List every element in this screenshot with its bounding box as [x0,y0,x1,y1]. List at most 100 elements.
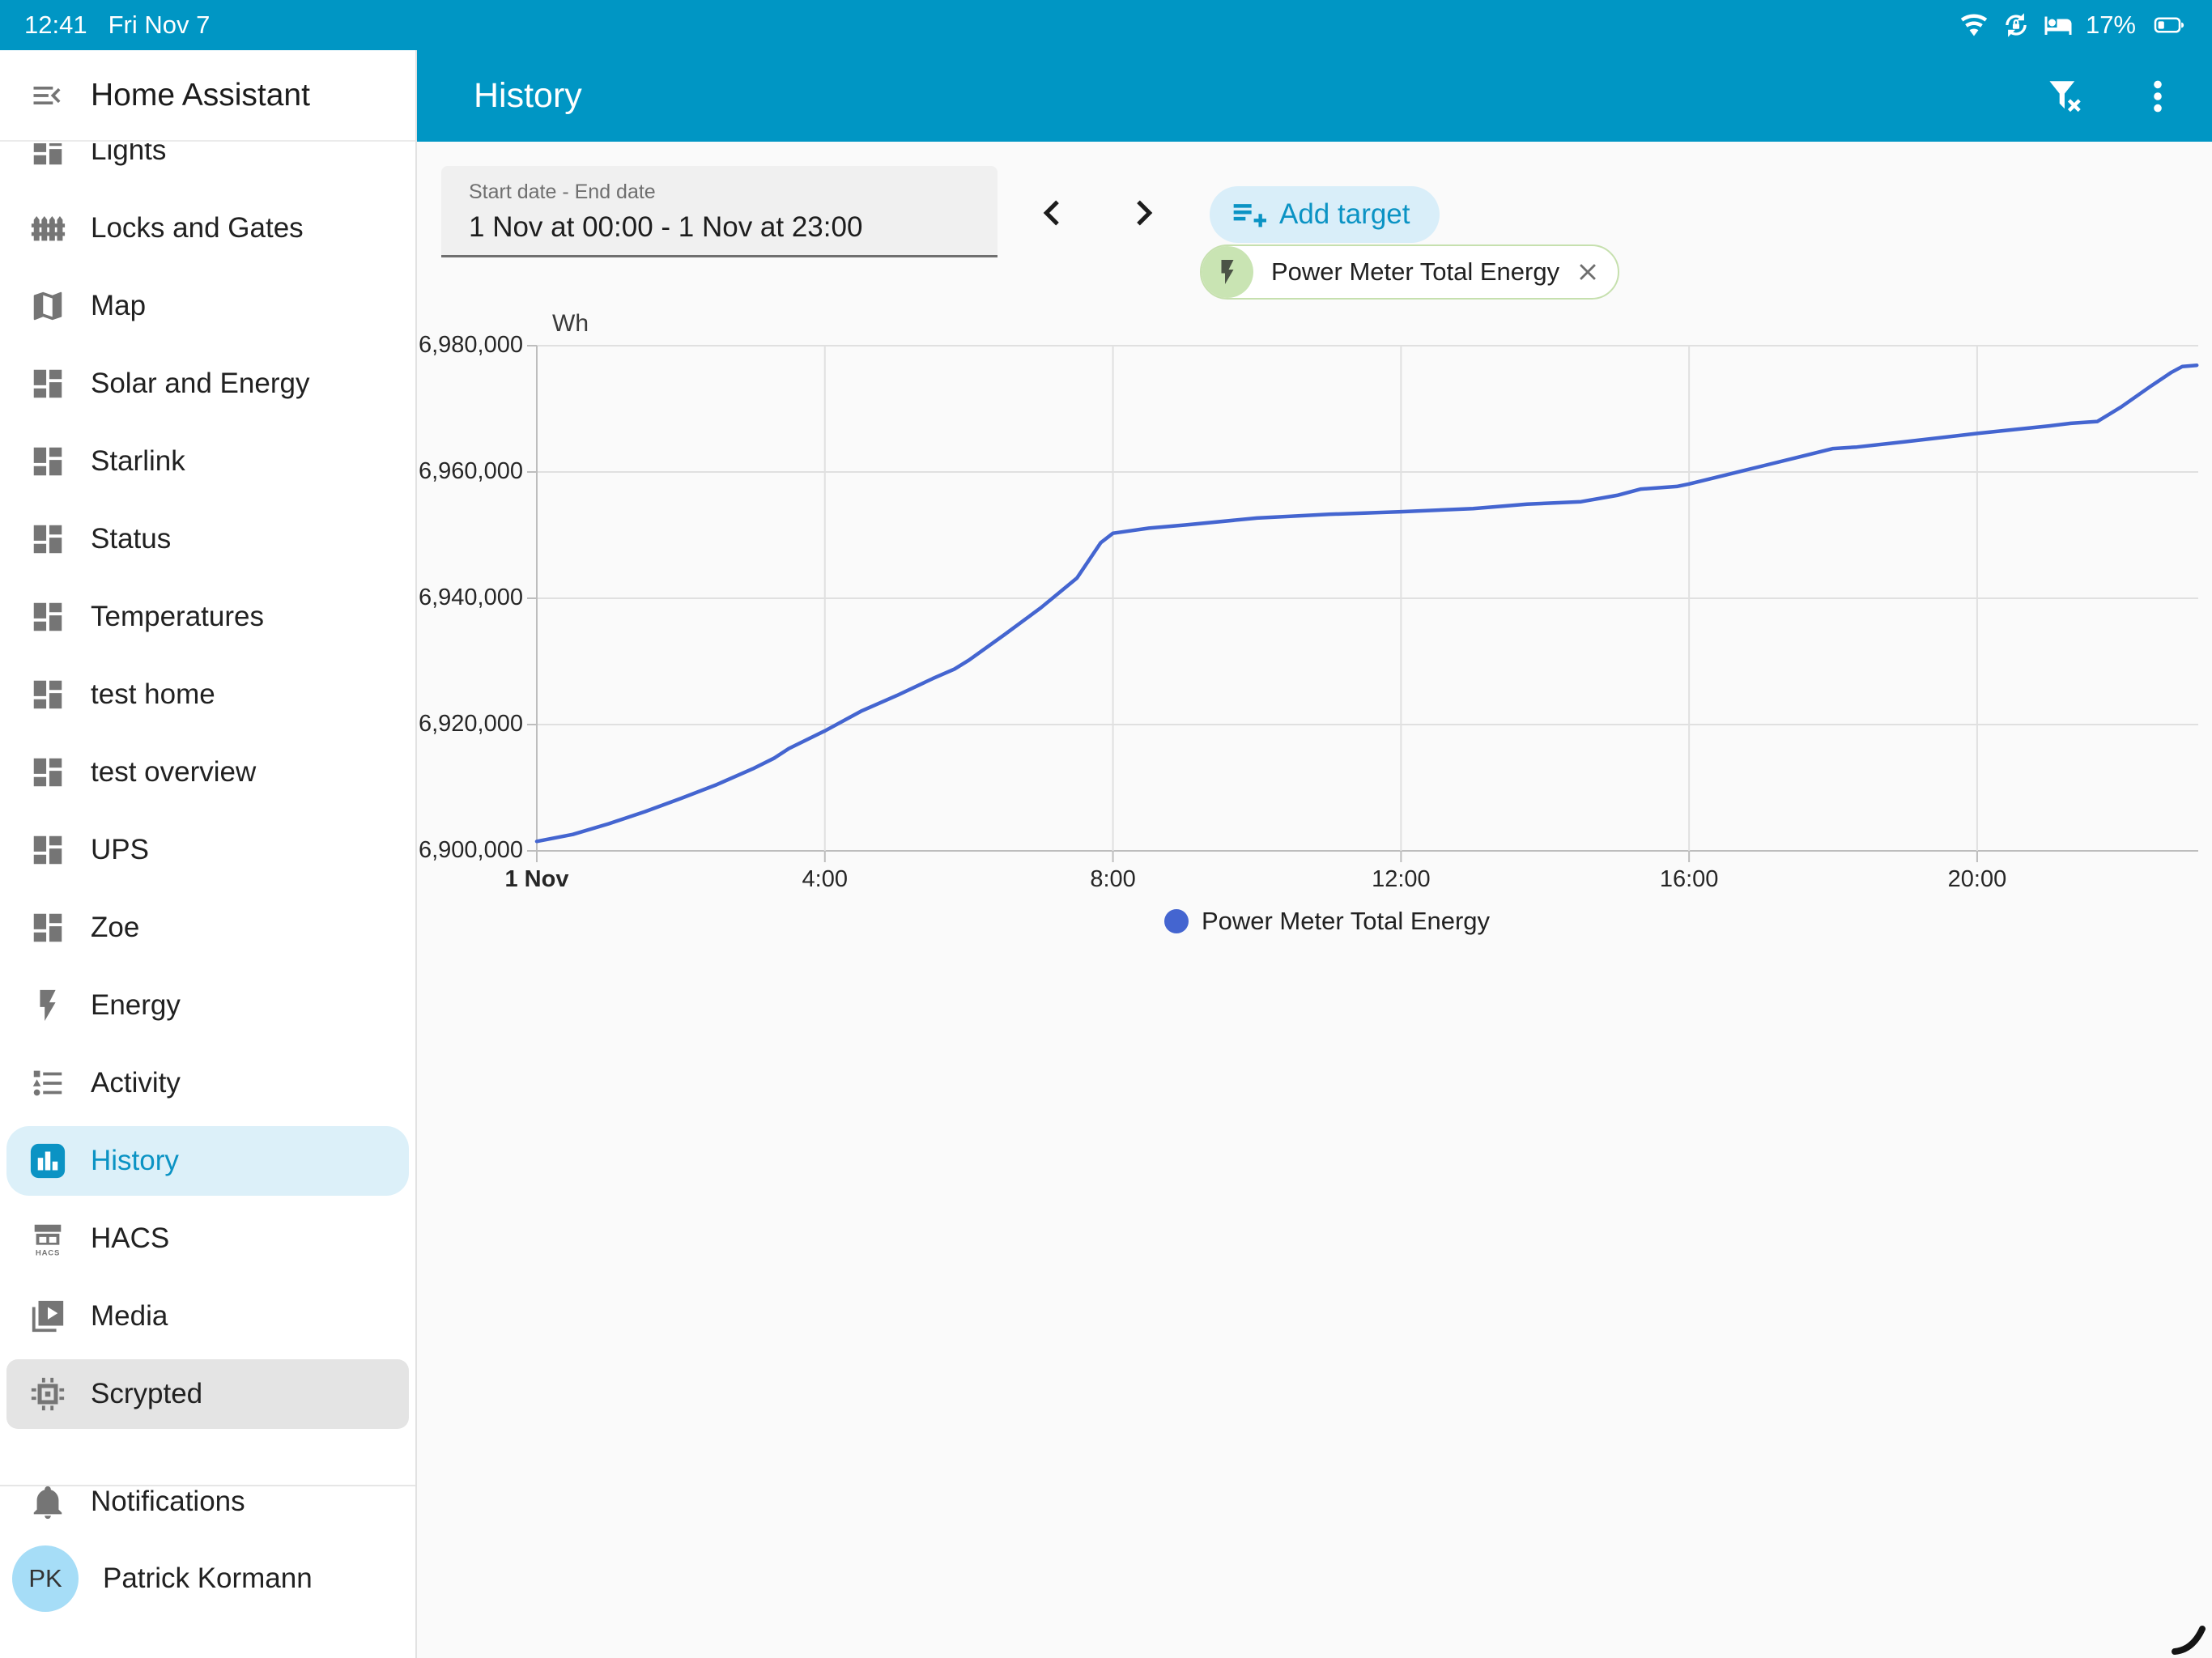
sidebar-item-highlight [6,1359,409,1429]
sidebar-item-hacs[interactable]: HACS HACS [0,1200,415,1278]
page-title: History [474,76,582,115]
dashboard-icon [29,676,66,713]
bell-icon [29,1483,66,1520]
app-header: History [417,50,2212,142]
sidebar-item-label: HACS [91,1222,170,1254]
sidebar-item-highlight [6,1282,409,1351]
dashboard-icon [29,598,66,636]
dashboard-icon [29,443,66,480]
x-axis-label: 8:00 [1090,866,1136,892]
date-range-field[interactable]: Start date - End date 1 Nov at 00:00 - 1… [441,166,998,257]
sidebar-item-label: Scrypted [91,1378,203,1409]
legend-label: Power Meter Total Energy [1201,907,1491,935]
sidebar-item-energy[interactable]: Energy [0,967,415,1044]
rotation-lock-icon [2001,11,2031,40]
y-axis-label: 6,940,000 [418,585,523,610]
sidebar-item-label: Zoe [91,912,140,943]
sidebar-header: Home Assistant [0,50,415,142]
sidebar-item-status[interactable]: Status [0,500,415,578]
menu-collapse-icon[interactable] [24,73,70,118]
sidebar-item-label: History [91,1145,179,1176]
bedtime-icon [2044,11,2073,40]
overflow-menu-icon[interactable] [2138,76,2178,117]
sidebar-item-highlight [6,1204,409,1273]
target-chip-label: Power Meter Total Energy [1271,257,1560,286]
battery-icon [2149,11,2191,40]
sidebar-item-notifications[interactable]: Notifications [0,1463,415,1541]
sidebar-item-highlight [6,271,409,341]
sidebar-item-highlight [6,1048,409,1118]
add-target-button[interactable]: Add target [1210,186,1440,243]
sidebar-item-label: Status [91,523,172,555]
notifications-label: Notifications [91,1486,245,1517]
previous-period-button[interactable] [1027,188,1077,238]
x-axis-label: 4:00 [802,866,848,892]
history-icon [29,1142,66,1180]
x-axis-label: 16:00 [1659,866,1719,892]
dashboard-icon [29,831,66,869]
y-axis-label: 6,920,000 [418,711,523,737]
x-axis-label: 1 Nov [504,866,569,892]
activity-icon [29,1065,66,1102]
status-date: Fri Nov 7 [108,11,211,39]
sidebar-item-media[interactable]: Media [0,1278,415,1355]
avatar: PK [12,1545,79,1612]
sidebar-item-test-overview[interactable]: test overview [0,733,415,811]
sidebar-item-label: Activity [91,1067,181,1099]
sidebar-item-label: Lights [91,143,167,166]
sidebar-item-profile[interactable]: PK Patrick Kormann [0,1540,415,1618]
dashboard-icon [29,909,66,946]
flash-icon [1213,257,1242,287]
sidebar-item-highlight [6,504,409,574]
chip-close-icon[interactable] [1574,258,1602,286]
series-line [534,363,2199,844]
x-axis-label: 12:00 [1372,866,1431,892]
map-icon [29,287,66,325]
sidebar-item-label: Temperatures [91,601,264,632]
target-chip[interactable]: Power Meter Total Energy [1200,244,1620,300]
sidebar-item-label: test home [91,678,215,710]
sidebar-item-scrypted[interactable]: Scrypted [0,1355,415,1433]
chip-icon [29,1375,66,1413]
playlist-plus-icon [1231,197,1266,232]
y-axis-label: 6,960,000 [418,458,523,484]
wifi-icon [1959,11,1989,40]
sidebar-item-locks-and-gates[interactable]: Locks and Gates [0,189,415,267]
hacs-icon: HACS [29,1220,66,1257]
profile-name: Patrick Kormann [103,1562,313,1594]
app-name: Home Assistant [91,77,310,113]
status-time: 12:41 [24,11,87,39]
sidebar-item-highlight [6,971,409,1040]
sidebar-item-label: Solar and Energy [91,368,310,399]
sidebar-item-zoe[interactable]: Zoe [0,889,415,967]
battery-percent: 17% [2085,11,2136,39]
stylus-stroke [2172,1626,2206,1655]
sidebar-item-highlight [6,143,409,185]
history-line-chart[interactable] [527,345,2199,862]
svg-text:HACS: HACS [36,1249,60,1257]
x-axis-label: 20:00 [1947,866,2007,892]
flash-icon [29,987,66,1024]
date-range-value: 1 Nov at 00:00 - 1 Nov at 23:00 [469,211,863,243]
dashboard-icon [29,365,66,402]
sidebar-item-lights[interactable]: Lights [0,143,415,189]
dashboard-icon [29,754,66,791]
legend-dot [1163,909,1189,933]
dashboard-icon [29,521,66,558]
date-range-label: Start date - End date [469,181,656,203]
media-icon [29,1298,66,1335]
filter-remove-icon[interactable] [2045,76,2086,117]
sidebar-item-label: Starlink [91,445,185,477]
y-axis-unit: Wh [552,310,589,337]
fence-icon [29,210,66,247]
sidebar-item-label: test overview [91,756,257,788]
sidebar-item-activity[interactable]: Activity [0,1044,415,1122]
sidebar-item-highlight [6,893,409,963]
sidebar-item-label: Media [91,1300,168,1332]
add-target-label: Add target [1279,198,1410,230]
sidebar-item-history[interactable]: History [0,1122,415,1200]
y-axis-label: 6,900,000 [418,837,523,863]
chart-legend[interactable]: Power Meter Total Energy [456,907,2198,936]
sidebar-item-label: Map [91,290,147,321]
next-period-button[interactable] [1119,188,1169,238]
